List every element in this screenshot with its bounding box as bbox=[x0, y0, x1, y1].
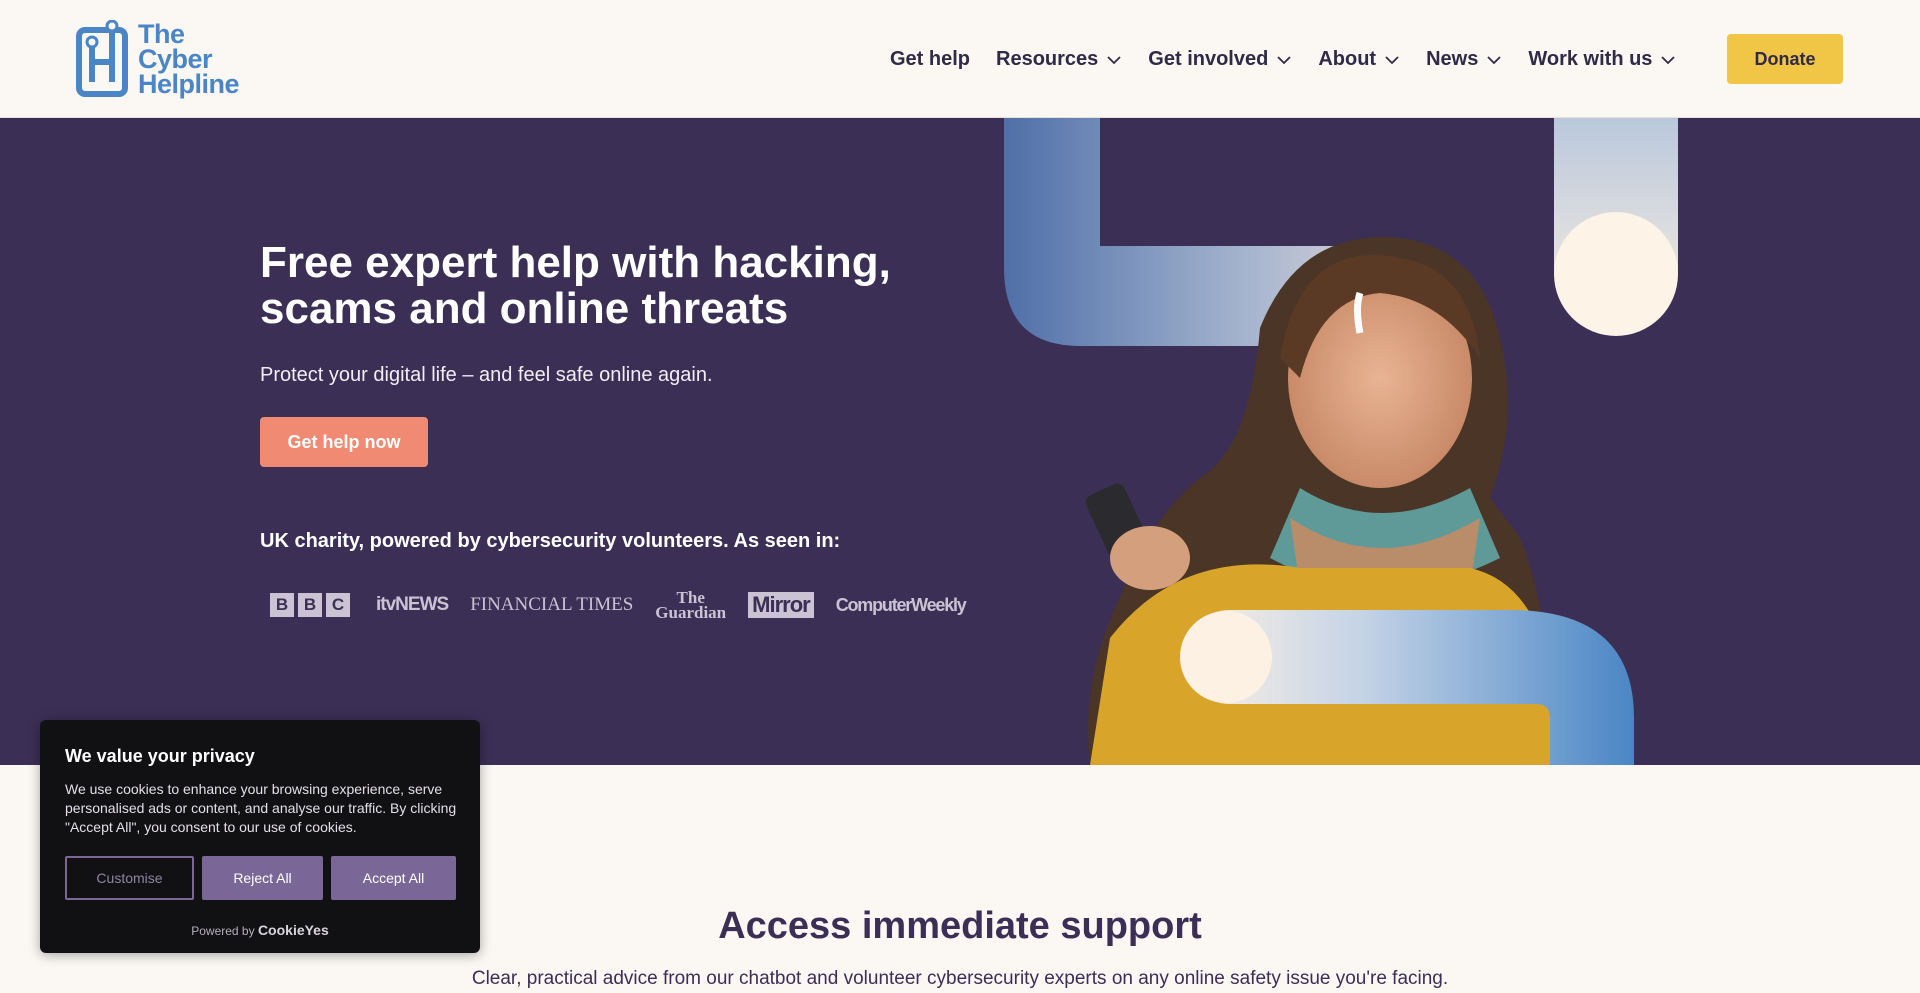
nav-item-get-help[interactable]: Get help bbox=[890, 48, 970, 71]
hero-subtitle: Protect your digital life – and feel saf… bbox=[260, 364, 713, 386]
hero-section: Free expert help with hacking, scams and… bbox=[0, 118, 1920, 765]
logo-mark-icon bbox=[76, 19, 128, 98]
chevron-down-icon bbox=[1276, 51, 1292, 67]
bbc-letter: B bbox=[270, 593, 294, 617]
guardian-line: Guardian bbox=[655, 603, 727, 622]
logo-text: The Cyber Helpline bbox=[138, 18, 240, 99]
nav-label: Work with us bbox=[1528, 47, 1653, 70]
chevron-down-icon bbox=[1486, 51, 1502, 67]
nav-item-get-involved[interactable]: Get involved bbox=[1148, 48, 1292, 71]
powered-by: Powered by CookieYes bbox=[40, 922, 480, 938]
bbc-logo: B B C bbox=[270, 593, 354, 617]
site-logo[interactable]: The Cyber Helpline bbox=[76, 18, 256, 100]
hero-title: Free expert help with hacking, scams and… bbox=[260, 238, 891, 333]
logo-line: Helpline bbox=[138, 68, 240, 99]
mirror-logo: Mirror bbox=[748, 592, 814, 618]
media-logos: B B C itvNEWS FINANCIAL TIMES The Guardi… bbox=[270, 588, 988, 622]
donate-button[interactable]: Donate bbox=[1727, 34, 1843, 84]
powered-prefix: Powered by bbox=[191, 924, 255, 938]
cookie-title: We value your privacy bbox=[65, 746, 255, 766]
nav-item-news[interactable]: News bbox=[1426, 48, 1502, 71]
accept-all-button[interactable]: Accept All bbox=[331, 856, 456, 900]
itv-news-logo: itvNEWS bbox=[376, 594, 449, 615]
as-seen-in-text: UK charity, powered by cybersecurity vol… bbox=[260, 530, 841, 552]
nav-item-resources[interactable]: Resources bbox=[996, 48, 1122, 71]
logo-line: Cyber bbox=[138, 43, 213, 74]
nav-item-about[interactable]: About bbox=[1318, 48, 1400, 71]
nav-item-work-with-us[interactable]: Work with us bbox=[1528, 48, 1676, 71]
nav-label: About bbox=[1318, 47, 1377, 70]
cookieyes-logo[interactable]: CookieYes bbox=[258, 922, 329, 938]
get-help-now-button[interactable]: Get help now bbox=[260, 417, 428, 467]
cookie-consent-banner: We value your privacy We use cookies to … bbox=[40, 720, 480, 953]
computer-weekly-logo: ComputerWeekly bbox=[835, 594, 967, 615]
cookie-body: We use cookies to enhance your browsing … bbox=[65, 781, 457, 835]
chevron-down-icon bbox=[1384, 51, 1400, 67]
bbc-letter: B bbox=[298, 593, 322, 617]
site-header: The Cyber Helpline Get help Resources Ge… bbox=[0, 0, 1920, 118]
customise-button[interactable]: Customise bbox=[65, 856, 194, 900]
nav-label: Get involved bbox=[1148, 47, 1269, 70]
reject-all-button[interactable]: Reject All bbox=[202, 856, 323, 900]
nav-label: Get help bbox=[890, 47, 971, 70]
nav-label: News bbox=[1426, 47, 1479, 70]
guardian-logo: The Guardian bbox=[655, 589, 727, 622]
chevron-down-icon bbox=[1660, 51, 1676, 67]
main-nav: Get help Resources Get involved About Ne… bbox=[890, 40, 1702, 78]
nav-label: Resources bbox=[996, 47, 1099, 70]
financial-times-logo: FINANCIAL TIMES bbox=[470, 594, 634, 615]
chevron-down-icon bbox=[1106, 51, 1122, 67]
support-subtitle: Clear, practical advice from our chatbot… bbox=[471, 968, 1449, 989]
logo-line: The bbox=[138, 18, 185, 49]
bbc-letter: C bbox=[326, 593, 350, 617]
hero-illustration bbox=[1000, 118, 1700, 765]
